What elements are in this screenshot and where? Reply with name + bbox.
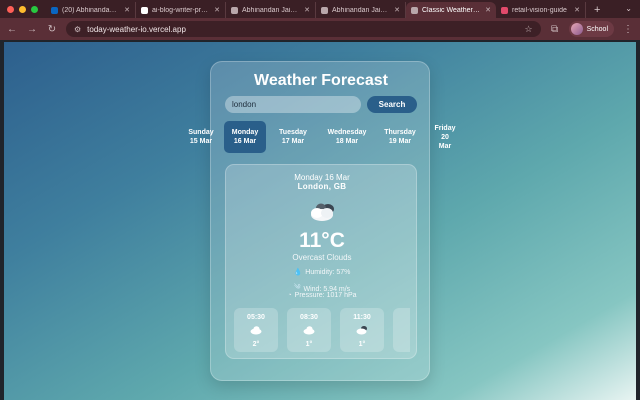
day-tab-friday[interactable]: Friday 20 Mar [426,121,464,153]
day-date: 17 Mar [281,138,305,145]
day-date: 16 Mar [233,138,257,145]
city-search-input[interactable] [225,96,361,113]
linkedin-icon [51,6,58,14]
tab-label: retail-vision-guide [512,6,567,14]
new-tab-button[interactable]: + [586,2,608,18]
tab-label: Abhinandan Jain — Port [332,6,390,14]
day-name: Thursday [384,129,416,136]
day-selector: Sunday 15 Mar Monday 16 Mar Tuesday 17 M… [178,121,468,153]
search-button[interactable]: Search [367,96,417,113]
day-date: 20 Mar [438,133,452,150]
browser-tab[interactable]: ai-blog-writer-pro-3mo ✕ [136,2,226,18]
pressure-value: Pressure: 1017 hPa [294,292,357,299]
current-weather-panel: Monday 16 Mar London, GB 11°C Overcast C… [225,164,417,359]
cloud-icon [250,326,262,335]
hour-temp: 2° [252,341,260,348]
day-date: 15 Mar [189,138,213,145]
current-location: London, GB [297,182,347,191]
extensions-icon[interactable]: ⧉ [549,24,561,35]
hour-time: 05:30 [247,314,265,321]
reload-icon[interactable]: ↻ [46,24,58,35]
triangle-icon [141,6,148,14]
cloud-icon [311,203,334,221]
browser-tab[interactable]: Abhinandan Jain special ✕ [226,2,316,18]
hour-time: 08:30 [300,314,318,321]
tab-strip: (20) Abhinandan Jain |✕ai-blog-writer-pr… [0,0,640,18]
browser-tab[interactable]: Abhinandan Jain — Port ✕ [316,2,406,18]
browser-chrome: (20) Abhinandan Jain |✕ai-blog-writer-pr… [0,0,640,40]
hourly-forecast[interactable]: 05:30 2° 08:30 1° 11:30 1° [234,308,410,354]
humidity-row: 💧 Humidity: 57% [226,268,418,277]
day-name: Tuesday [279,129,307,136]
pressure-row: ◔ Pressure: 1017 hPa [226,292,418,299]
close-tab-icon[interactable]: ✕ [394,6,400,14]
back-icon[interactable]: ← [6,24,18,35]
site-info-icon[interactable]: ⚙ [74,25,81,34]
humidity-value: Humidity: 57% [305,268,351,276]
day-date: 18 Mar [335,138,359,145]
minimize-window-button[interactable] [19,5,26,13]
web-page: Weather Forecast Search Monday 16 Mar Lo… [4,42,636,400]
maximize-window-button[interactable] [31,5,38,13]
day-name: Sunday [188,129,214,136]
close-tab-icon[interactable]: ✕ [574,6,580,14]
forward-icon[interactable]: → [26,24,38,35]
day-date: 19 Mar [388,138,412,145]
day-tab-tuesday[interactable]: Tuesday 17 Mar [270,121,316,153]
cloud-icon [303,326,315,335]
page-title: Weather Forecast [254,72,388,89]
hourly-card-partial[interactable] [393,308,410,352]
bookmark-star-icon[interactable]: ☆ [525,24,533,35]
current-date: Monday 16 Mar [294,173,350,182]
tab-label: ai-blog-writer-pro-3mo [152,6,210,14]
gauge-icon: ◔ [287,292,292,299]
tab-label: Abhinandan Jain special [242,6,300,14]
tab-search-icon[interactable]: ⌄ [625,0,640,18]
day-tab-wednesday[interactable]: Wednesday 18 Mar [320,121,374,153]
hour-time: 11:30 [353,314,371,321]
globe-icon [411,6,418,14]
tab-label: (20) Abhinandan Jain | [62,6,120,14]
browser-toolbar: ← → ↻ ⚙ today-weather-io.vercel.app ☆ ⧉ … [0,18,640,40]
tab-label: Classic Weather Foreca [422,6,481,14]
day-tab-thursday[interactable]: Thursday 19 Mar [378,121,422,153]
browser-tab[interactable]: retail-vision-guide ✕ [496,2,586,18]
close-window-button[interactable] [7,5,14,13]
hour-temp: 1° [358,341,366,348]
hourly-card[interactable]: 05:30 2° [234,308,278,352]
close-tab-icon[interactable]: ✕ [485,6,491,14]
hourly-card[interactable]: 11:30 1° [340,308,384,352]
day-tab-sunday[interactable]: Sunday 15 Mar [178,121,224,153]
day-tab-monday[interactable]: Monday 16 Mar [224,121,266,153]
day-name: Wednesday [327,129,367,136]
profile-label: School [586,25,608,33]
current-temperature: 11°C [299,229,345,252]
hour-temp: 1° [305,341,313,348]
heart-icon [501,6,508,14]
hourly-card[interactable]: 08:30 1° [287,308,331,352]
avatar [570,23,583,35]
address-bar[interactable]: ⚙ today-weather-io.vercel.app ☆ [66,21,541,37]
day-name: Monday [231,129,259,136]
browser-tab[interactable]: (20) Abhinandan Jain | ✕ [46,2,136,18]
close-tab-icon[interactable]: ✕ [214,6,220,14]
close-tab-icon[interactable]: ✕ [124,6,130,14]
weather-card: Weather Forecast Search Monday 16 Mar Lo… [210,61,430,381]
cloud-icon [356,326,367,335]
browser-menu-icon[interactable]: ⋮ [622,24,634,35]
weather-description: Overcast Clouds [292,253,352,262]
url-text: today-weather-io.vercel.app [87,24,186,34]
globe-icon [321,6,328,14]
browser-tab[interactable]: Classic Weather Foreca ✕ [406,2,496,18]
window-controls [0,0,46,18]
close-tab-icon[interactable]: ✕ [304,6,310,14]
globe-icon [231,6,238,14]
day-name: Friday [434,124,456,132]
droplet-icon: 💧 [293,269,303,276]
profile-button[interactable]: School [568,21,614,37]
